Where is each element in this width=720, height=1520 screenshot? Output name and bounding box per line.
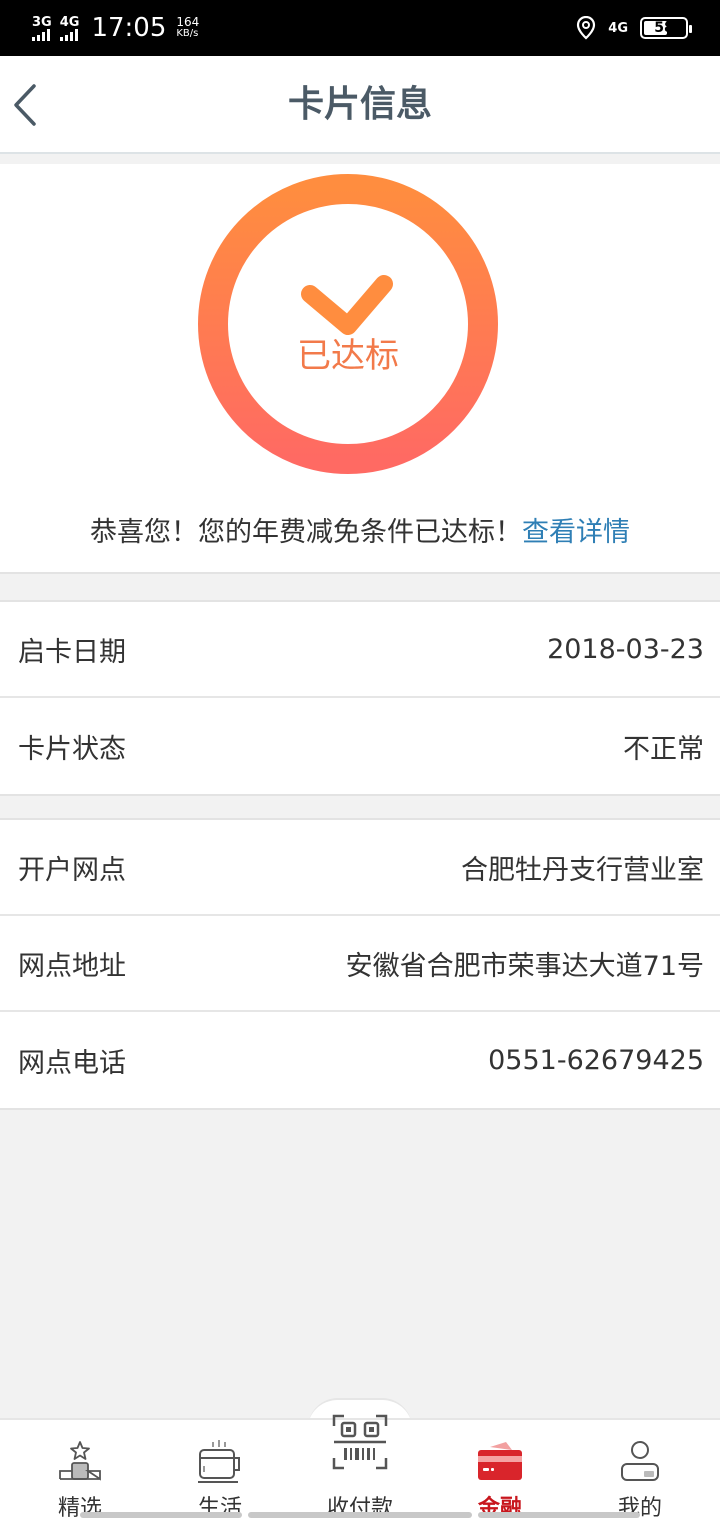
nav-header: 卡片信息 — [0, 56, 720, 154]
scan-qr-icon — [332, 1414, 388, 1470]
row-label: 开户网点 — [18, 854, 126, 886]
row-label: 网点地址 — [18, 950, 126, 982]
home-indicator — [248, 1512, 472, 1518]
congrats-text: 恭喜您！您的年费减免条件已达标！ — [90, 517, 522, 548]
row-label: 卡片状态 — [18, 733, 126, 765]
row-value: 合肥牡丹支行营业室 — [461, 854, 704, 886]
branch-info-group: 开户网点 合肥牡丹支行营业室 网点地址 安徽省合肥市荣事达大道71号 网点电话 … — [0, 818, 720, 1110]
bank-card-icon — [478, 1442, 522, 1480]
congrats-message: 恭喜您！您的年费减免条件已达标！查看详情 — [0, 510, 720, 549]
status-bar: 3G 4G 17:05 164 KB/s 4G 58 — [0, 0, 720, 56]
info-row-branch-address: 网点地址 安徽省合肥市荣事达大道71号 — [0, 916, 720, 1012]
tab-featured[interactable]: 精选 — [8, 1420, 152, 1520]
info-row-card-status: 卡片状态 不正常 — [0, 698, 720, 794]
row-value: 不正常 — [623, 733, 704, 765]
sim1-signal-icon: 3G — [32, 16, 52, 41]
network-speed: 164 KB/s — [176, 15, 200, 39]
battery-icon: 58 — [640, 17, 692, 39]
info-row-branch: 开户网点 合肥牡丹支行营业室 — [0, 820, 720, 916]
achieved-ring-icon — [198, 174, 498, 474]
row-label: 网点电话 — [18, 1047, 126, 1079]
tab-finance[interactable]: 金融 — [428, 1420, 572, 1520]
network-type: 4G — [608, 20, 628, 36]
location-icon — [577, 16, 596, 40]
tab-pay-receive[interactable]: 收付款 — [288, 1414, 432, 1520]
phone-number[interactable]: 0551-62679425 — [488, 1045, 704, 1076]
row-value: 安徽省合肥市荣事达大道71号 — [345, 950, 704, 982]
fee-waiver-status-card: 已达标 恭喜您！您的年费减免条件已达标！查看详情 — [0, 164, 720, 574]
user-icon — [621, 1441, 659, 1481]
clock: 17:05 — [91, 13, 167, 43]
home-indicator — [80, 1512, 242, 1518]
page-title: 卡片信息 — [287, 84, 432, 125]
info-row-branch-phone[interactable]: 网点电话 0551-62679425 — [0, 1012, 720, 1108]
status-badge: 已达标 — [297, 336, 399, 376]
home-indicator — [478, 1512, 640, 1518]
row-value: 2018-03-23 — [547, 633, 704, 665]
row-label: 启卡日期 — [18, 636, 126, 668]
coffee-cup-icon — [198, 1440, 240, 1483]
info-row-activation-date: 启卡日期 2018-03-23 — [0, 602, 720, 698]
sim2-signal-icon: 4G — [59, 16, 79, 41]
card-info-group: 启卡日期 2018-03-23 卡片状态 不正常 — [0, 600, 720, 796]
star-podium-icon — [59, 1441, 101, 1481]
tab-mine[interactable]: 我的 — [568, 1420, 712, 1520]
bottom-tab-bar: 精选 生活 收付款 金融 我的 — [0, 1414, 720, 1520]
tab-life[interactable]: 生活 — [148, 1420, 292, 1520]
view-details-link[interactable]: 查看详情 — [522, 517, 630, 548]
